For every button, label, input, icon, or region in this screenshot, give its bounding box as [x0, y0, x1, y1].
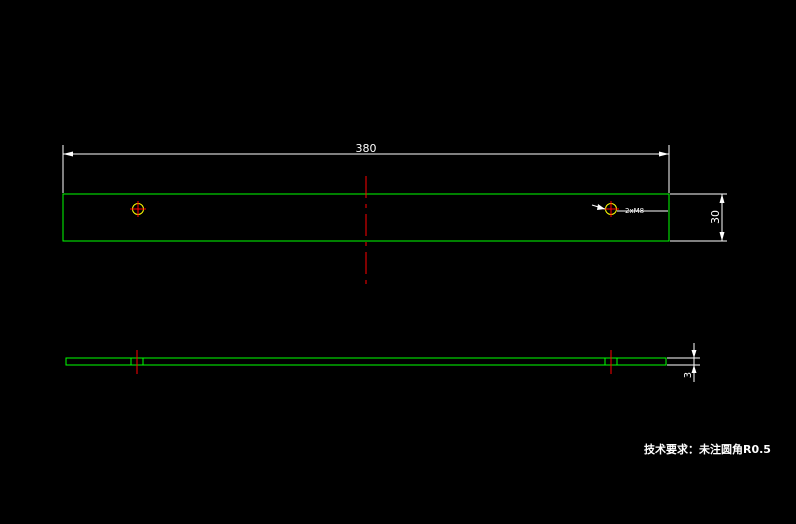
hole-callout-text: 2xM8: [625, 207, 644, 215]
width-dimension[interactable]: 30: [670, 193, 727, 242]
thickness-dimension[interactable]: 3: [667, 343, 700, 382]
length-dimension-text: 380: [356, 142, 377, 155]
thickness-dimension-text: 3: [683, 372, 694, 378]
side-view-right-hole: [604, 350, 618, 374]
side-view-left-hole: [130, 350, 144, 374]
cad-drawing-area[interactable]: 2xM8 380 30 3 技术要求：未注圆角R0.5: [0, 0, 796, 519]
note-text: 技术要求：未注圆角R0.5: [644, 443, 771, 456]
top-view: 2xM8 380 30: [62, 142, 727, 290]
left-hole[interactable]: [130, 201, 146, 217]
technical-requirements-note: 技术要求：未注圆角R0.5: [644, 441, 771, 457]
side-view: 3: [65, 343, 700, 382]
side-view-outline[interactable]: [65, 357, 667, 366]
width-dimension-text: 30: [709, 210, 722, 224]
right-hole[interactable]: [603, 201, 619, 217]
